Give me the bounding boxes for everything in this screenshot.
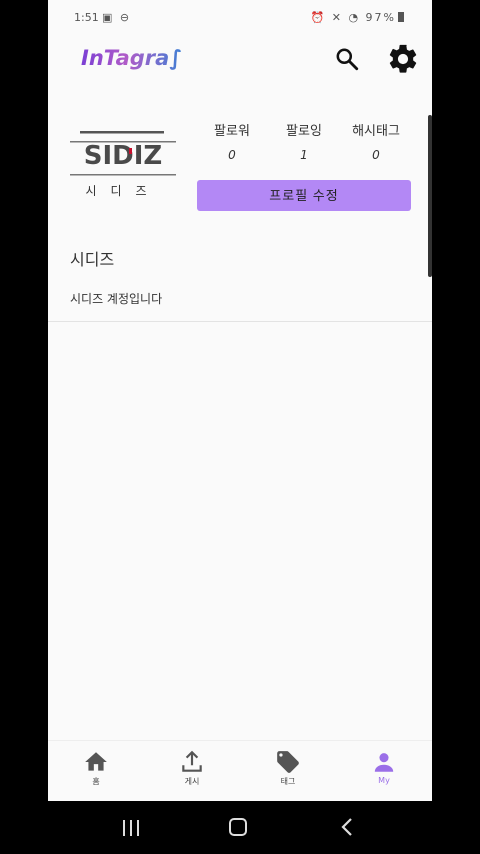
nav-label-home: 홈 [92,777,100,786]
battery-percent: 97% [365,11,396,24]
profile-display-name: 시디즈 [70,250,115,269]
home-icon [85,752,107,771]
hashtags-count: 0 [372,148,380,162]
nav-item-my[interactable]: My [336,749,432,785]
back-icon[interactable] [340,817,354,837]
following-label: 팔로잉 [286,124,322,139]
nav-item-home[interactable]: 홈 [48,749,144,787]
nav-label-post: 게시 [184,777,200,786]
profile-section: SIDIZ 시디즈 팔로워 0 팔로잉 1 해시태그 0 프로필 수정 시디즈 … [48,110,432,322]
status-bar: 1:51 ▣ ⊖ ⏰ ✕ ◔ 97% [48,0,432,34]
hashtags-label: 해시태그 [352,124,400,139]
upload-icon [182,750,202,772]
nav-item-tag[interactable]: 태그 [240,749,336,787]
device-frame: 1:51 ▣ ⊖ ⏰ ✕ ◔ 97% InTagra∫ SIDIZ 시디즈 팔로… [0,0,480,854]
recent-apps-icon[interactable] [122,819,140,837]
following-count: 1 [300,148,308,162]
app-bar: InTagra∫ [48,34,432,90]
avatar-caption: 시디즈 [85,184,161,198]
following-stat[interactable]: 팔로잉 1 [268,120,340,162]
status-time: 1:51 [74,11,99,24]
app-screen: 1:51 ▣ ⊖ ⏰ ✕ ◔ 97% InTagra∫ SIDIZ 시디즈 팔로… [48,0,432,801]
followers-label: 팔로워 [214,124,250,139]
nav-item-post[interactable]: 게시 [144,749,240,787]
followers-count: 0 [228,148,236,162]
search-icon[interactable] [334,46,360,72]
followers-stat[interactable]: 팔로워 0 [196,120,268,162]
notification-icons: ▣ ⊖ [102,11,132,24]
avatar-brand-text: SIDIZ [84,141,163,171]
tag-icon [277,751,299,773]
hashtags-stat[interactable]: 해시태그 0 [340,120,412,162]
edit-profile-button[interactable]: 프로필 수정 [197,180,411,211]
profile-stats: 팔로워 0 팔로잉 1 해시태그 0 [198,120,412,170]
system-status-icons: ⏰ ✕ ◔ 97% [311,11,404,24]
settings-gear-icon[interactable] [386,42,420,76]
status-icons: ⏰ ✕ ◔ [310,11,361,24]
battery-icon [398,12,404,22]
system-navigation-bar [0,801,480,854]
person-icon [374,753,394,772]
scroll-indicator [428,115,432,277]
profile-bio: 시디즈 계정입니다 [70,292,163,306]
home-button-icon[interactable] [229,818,247,836]
app-logo: InTagra∫ [81,46,183,70]
nav-label-my: My [378,776,390,785]
nav-label-tag: 태그 [280,777,296,786]
bottom-navigation: 홈 게시 태그 My [48,740,432,801]
